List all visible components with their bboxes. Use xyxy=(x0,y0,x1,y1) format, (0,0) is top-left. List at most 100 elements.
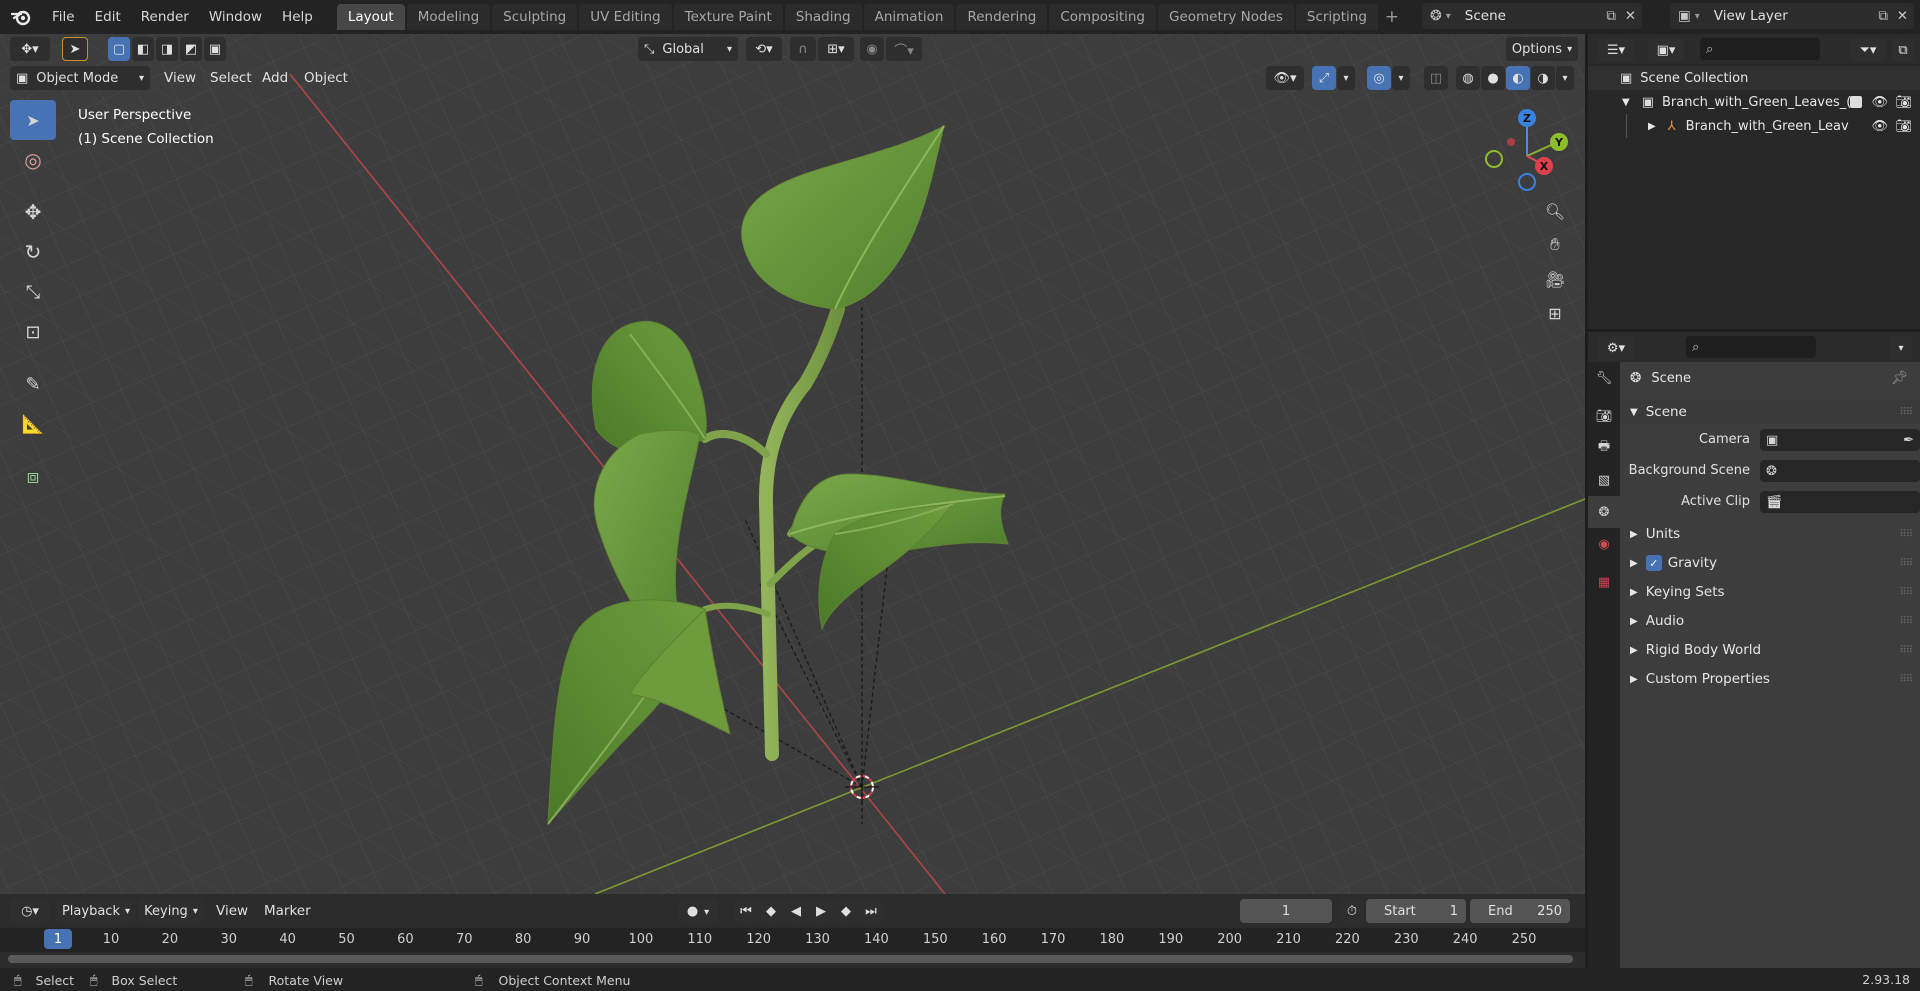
camera-render-icon[interactable]: 📷︎ xyxy=(1895,119,1912,134)
properties-options-dropdown[interactable]: ▾ xyxy=(1890,336,1912,360)
ortho-toggle-button[interactable]: ⊞ xyxy=(1540,296,1570,330)
tab-rendering[interactable]: Rendering xyxy=(956,4,1048,30)
outliner-row-collection[interactable]: ▼ ▣ Branch_with_Green_Leaves_( 👁 📷︎ xyxy=(1588,90,1920,114)
keying-menu[interactable]: Keying ▾ xyxy=(138,899,204,923)
tab-uv-editing[interactable]: UV Editing xyxy=(579,4,672,30)
preview-range-toggle[interactable]: ⏱ xyxy=(1340,899,1364,923)
tab-modeling[interactable]: Modeling xyxy=(406,4,491,30)
timeline-view-menu[interactable]: View xyxy=(208,899,256,923)
filter-button[interactable]: ⏷▾ xyxy=(1850,38,1886,62)
overlay-toggle-button[interactable]: ◎ xyxy=(1367,66,1391,90)
gravity-checkbox[interactable]: ✓ xyxy=(1645,555,1662,571)
viewport-scene[interactable]: Z Y X xyxy=(0,34,1585,894)
display-mode-button[interactable]: ▣▾ xyxy=(1648,38,1684,62)
timeline-scrollbar[interactable] xyxy=(8,955,1573,963)
visibility-button[interactable]: 👁▾ xyxy=(1266,66,1304,90)
annotate-tool[interactable]: ✎ xyxy=(10,364,56,404)
select-box-tool[interactable]: ➤ xyxy=(10,100,56,140)
custom-properties-panel-header[interactable]: ▶ Custom Properties ⠿⠿ xyxy=(1620,667,1920,691)
gizmo-toggle-button[interactable]: ⤢ xyxy=(1312,66,1336,90)
eye-icon[interactable]: 👁 xyxy=(1871,119,1888,134)
expand-arrow-icon[interactable]: ▼ xyxy=(1622,97,1630,108)
tab-view-layer[interactable]: ▧ xyxy=(1588,464,1620,496)
prev-keyframe-icon[interactable]: ◆ xyxy=(759,899,783,923)
camera-render-icon[interactable]: 📷︎ xyxy=(1895,95,1912,110)
pan-button[interactable]: ✋︎ xyxy=(1540,228,1570,262)
timeline-editor-type[interactable]: ◷▾ xyxy=(10,899,50,923)
tab-layout[interactable]: Layout xyxy=(336,4,405,30)
pivot-point-button[interactable]: ⟲▾ xyxy=(746,37,782,61)
record-button[interactable]: ● ▾ xyxy=(678,899,718,923)
select-invert-icon[interactable]: ◩ xyxy=(180,37,202,61)
menu-edit[interactable]: Edit xyxy=(85,0,131,34)
background-scene-field[interactable]: ❂ xyxy=(1760,460,1920,482)
outliner-search-input[interactable]: ⌕ xyxy=(1700,38,1820,60)
checkbox-icon[interactable] xyxy=(1850,96,1862,108)
options-dropdown[interactable]: Options ▾ xyxy=(1506,37,1578,61)
editor-type-button[interactable]: ✥▾ xyxy=(10,37,50,61)
select-new-icon[interactable]: ▢ xyxy=(108,37,130,61)
tab-texture-paint[interactable]: Texture Paint xyxy=(673,4,783,30)
add-cube-tool[interactable]: ⧈ xyxy=(10,456,56,496)
measure-tool[interactable]: 📐 xyxy=(10,404,56,444)
select-intersect-icon[interactable]: ▣ xyxy=(204,37,226,61)
select-subtract-icon[interactable]: ◨ xyxy=(156,37,178,61)
tab-scripting[interactable]: Scripting xyxy=(1295,4,1378,30)
view-layer-selector[interactable]: ▣ ▾ View Layer ⧉ ✕ xyxy=(1670,3,1914,29)
menu-window[interactable]: Window xyxy=(199,0,272,34)
menu-render[interactable]: Render xyxy=(131,0,199,34)
tab-tool[interactable]: 🔧︎ xyxy=(1588,362,1620,394)
rendered-shading-icon[interactable]: ◑ xyxy=(1531,66,1555,90)
snap-target-button[interactable]: ⊞▾ xyxy=(818,37,854,61)
tab-shading[interactable]: Shading xyxy=(784,4,862,30)
3d-viewport[interactable]: Z Y X ✥▾ ➤ ▢ ◧ ◨ ◩ ▣ ⤡ Global ▾ ⟲▾ ∩ ⊞▾ … xyxy=(0,34,1585,894)
jump-start-icon[interactable]: ⏮ xyxy=(734,899,758,923)
close-icon[interactable]: ✕ xyxy=(1897,8,1908,24)
tab-geometry-nodes[interactable]: Geometry Nodes xyxy=(1158,4,1294,30)
pin-icon[interactable]: 📌︎ xyxy=(1891,370,1908,386)
overlay-dropdown[interactable]: ▾ xyxy=(1392,66,1410,90)
solid-shading-icon[interactable]: ● xyxy=(1481,66,1505,90)
current-frame-field[interactable]: 1 xyxy=(1240,899,1332,923)
timeline-marker-menu[interactable]: Marker xyxy=(256,899,319,923)
scale-tool[interactable]: ⤡ xyxy=(10,272,56,312)
tab-output[interactable]: 🖶︎ xyxy=(1588,432,1620,464)
eye-icon[interactable]: 👁 xyxy=(1871,95,1888,110)
viewport-menu-view[interactable]: View xyxy=(156,66,204,90)
move-tool[interactable]: ✥ xyxy=(10,192,56,232)
scene-panel-header[interactable]: ▼ Scene ⠿⠿ xyxy=(1620,400,1920,424)
rigid-body-panel-header[interactable]: ▶ Rigid Body World ⠿⠿ xyxy=(1620,638,1920,662)
tab-scene[interactable]: ❂ xyxy=(1588,496,1620,528)
expand-arrow-icon[interactable]: ▶ xyxy=(1648,121,1656,132)
keying-sets-panel-header[interactable]: ▶ Keying Sets ⠿⠿ xyxy=(1620,580,1920,604)
jump-end-icon[interactable]: ⏭ xyxy=(859,899,883,923)
viewport-menu-select[interactable]: Select xyxy=(202,66,260,90)
xray-toggle-button[interactable]: ◫ xyxy=(1424,66,1448,90)
orientation-dropdown[interactable]: ⤡ Global ▾ xyxy=(638,37,738,61)
copy-icon[interactable]: ⧉ xyxy=(1606,8,1616,24)
frame-ruler[interactable]: 1 10 20 30 40 50 60 70 80 90 100 110 120 130 140 150 160… xyxy=(0,928,1585,952)
play-reverse-icon[interactable]: ◀ xyxy=(784,899,808,923)
menu-help[interactable]: Help xyxy=(272,0,323,34)
next-keyframe-icon[interactable]: ◆ xyxy=(834,899,858,923)
properties-search-input[interactable]: ⌕ xyxy=(1686,336,1816,358)
camera-field[interactable]: ▣ ✒ xyxy=(1760,429,1920,451)
material-shading-icon[interactable]: ◐ xyxy=(1506,66,1530,90)
play-icon[interactable]: ▶ xyxy=(809,899,833,923)
shading-dropdown[interactable]: ▾ xyxy=(1556,66,1574,90)
audio-panel-header[interactable]: ▶ Audio ⠿⠿ xyxy=(1620,609,1920,633)
start-frame-field[interactable]: Start 1 xyxy=(1366,899,1466,923)
outliner-row-scene-collection[interactable]: ▣ Scene Collection xyxy=(1588,66,1920,90)
proportional-edit-button[interactable]: ◉ xyxy=(860,37,884,61)
active-clip-field[interactable]: 🎬︎ xyxy=(1760,491,1920,513)
scene-selector[interactable]: ❂ ▾ Scene ⧉ ✕ xyxy=(1422,3,1642,29)
cursor-tool[interactable]: ◎ xyxy=(10,140,56,180)
transform-tool[interactable]: ⊡ xyxy=(10,312,56,352)
tab-texture[interactable]: ▦ xyxy=(1588,566,1620,598)
tab-render[interactable]: 📷︎ xyxy=(1588,400,1620,432)
tab-sculpting[interactable]: Sculpting xyxy=(492,4,578,30)
new-collection-button[interactable]: ⧉ xyxy=(1892,38,1914,62)
properties-editor-type[interactable]: ⚙▾ xyxy=(1598,336,1634,360)
eyedropper-icon[interactable]: ✒ xyxy=(1903,433,1914,448)
snap-toggle-button[interactable]: ∩ xyxy=(790,37,816,61)
